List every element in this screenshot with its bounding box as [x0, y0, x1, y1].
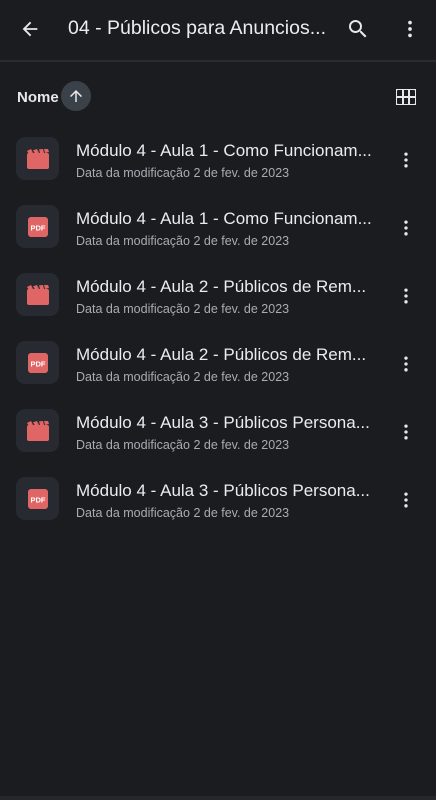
header-divider: [0, 60, 436, 62]
pdf-badge-text: PDF: [30, 359, 45, 368]
file-list-item[interactable]: PDF Módulo 4 - Aula 1 - Como Funcionam...…: [0, 194, 436, 262]
modified-date: 2 de fev. de 2023: [193, 302, 290, 316]
modified-date: 2 de fev. de 2023: [193, 506, 290, 520]
video-file-icon: [16, 409, 59, 452]
file-modified-info: Data da modificação 2 de fev. de 2023: [76, 234, 289, 248]
modified-date: 2 de fev. de 2023: [193, 438, 290, 452]
modified-label: Data da modificação: [76, 166, 190, 180]
file-name: Módulo 4 - Aula 3 - Públicos Persona...: [76, 413, 370, 432]
file-name: Módulo 4 - Aula 1 - Como Funcionam...: [76, 209, 372, 228]
modified-label: Data da modificação: [76, 506, 190, 520]
sort-direction-button[interactable]: [61, 81, 91, 111]
file-modified-info: Data da modificação 2 de fev. de 2023: [76, 370, 289, 384]
more-vert-icon: [404, 424, 408, 440]
search-icon: [349, 20, 367, 38]
more-vert-icon: [404, 492, 408, 508]
file-list: Módulo 4 - Aula 1 - Como Funcionam... Dat…: [0, 126, 436, 534]
folder-title: 04 - Públicos para Anuncios...: [68, 17, 326, 39]
file-more-options-button[interactable]: [392, 282, 420, 310]
file-list-item[interactable]: PDF Módulo 4 - Aula 3 - Públicos Persona.…: [0, 466, 436, 534]
pdf-badge-text: PDF: [30, 223, 45, 232]
file-list-item[interactable]: Módulo 4 - Aula 3 - Públicos Persona... D…: [0, 398, 436, 466]
file-name: Módulo 4 - Aula 3 - Públicos Persona...: [76, 481, 370, 500]
more-options-button[interactable]: [390, 9, 430, 49]
video-file-icon: [16, 273, 59, 316]
grid-view-toggle[interactable]: [392, 84, 420, 110]
modified-date: 2 de fev. de 2023: [193, 370, 290, 384]
modified-label: Data da modificação: [76, 438, 190, 452]
modified-label: Data da modificação: [76, 234, 190, 248]
pdf-file-icon: PDF: [16, 341, 59, 384]
arrow-back-icon: [22, 21, 38, 37]
bottom-edge: [0, 796, 436, 800]
top-app-bar: 04 - Públicos para Anuncios...: [0, 0, 436, 58]
file-list-item[interactable]: PDF Módulo 4 - Aula 2 - Públicos de Rem..…: [0, 330, 436, 398]
pdf-file-icon: PDF: [16, 477, 59, 520]
file-name: Módulo 4 - Aula 2 - Públicos de Rem...: [76, 345, 367, 364]
more-vert-icon: [404, 356, 408, 372]
file-name: Módulo 4 - Aula 1 - Como Funcionam...: [76, 141, 372, 160]
sort-by-name-label[interactable]: Nome: [17, 89, 59, 106]
pdf-badge-text: PDF: [30, 495, 45, 504]
file-name: Módulo 4 - Aula 2 - Públicos de Rem...: [76, 277, 367, 296]
more-vert-icon: [404, 288, 408, 304]
modified-date: 2 de fev. de 2023: [193, 234, 290, 248]
more-vert-icon: [404, 152, 408, 168]
file-modified-info: Data da modificação 2 de fev. de 2023: [76, 166, 289, 180]
file-list-item[interactable]: Módulo 4 - Aula 1 - Como Funcionam... Dat…: [0, 126, 436, 194]
drive-folder-view: 04 - Públicos para Anuncios... Nome Módu…: [0, 0, 436, 800]
arrow-up-icon: [70, 90, 82, 102]
file-more-options-button[interactable]: [392, 214, 420, 242]
modified-date: 2 de fev. de 2023: [193, 166, 290, 180]
file-more-options-button[interactable]: [392, 486, 420, 514]
modified-label: Data da modificação: [76, 302, 190, 316]
file-modified-info: Data da modificação 2 de fev. de 2023: [76, 438, 289, 452]
file-more-options-button[interactable]: [392, 350, 420, 378]
video-file-icon: [16, 137, 59, 180]
more-vert-icon: [408, 20, 412, 38]
search-button[interactable]: [338, 9, 378, 49]
grid-view-icon: [396, 89, 416, 105]
file-more-options-button[interactable]: [392, 418, 420, 446]
back-button[interactable]: [10, 9, 50, 49]
more-vert-icon: [404, 220, 408, 236]
file-modified-info: Data da modificação 2 de fev. de 2023: [76, 302, 289, 316]
file-more-options-button[interactable]: [392, 146, 420, 174]
modified-label: Data da modificação: [76, 370, 190, 384]
pdf-file-icon: PDF: [16, 205, 59, 248]
file-list-item[interactable]: Módulo 4 - Aula 2 - Públicos de Rem... Da…: [0, 262, 436, 330]
file-modified-info: Data da modificação 2 de fev. de 2023: [76, 506, 289, 520]
